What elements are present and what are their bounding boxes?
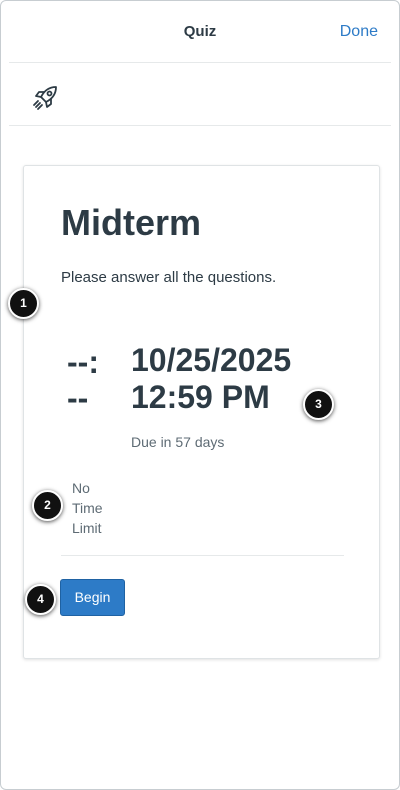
due-date: 10/25/2025 12:59 PM: [131, 342, 292, 415]
app-frame: Quiz Done Midterm Please answer all the …: [0, 0, 400, 790]
callout-marker: 3: [303, 389, 334, 420]
callout-marker: 1: [8, 288, 39, 319]
navigation-bar: Quiz Done: [1, 1, 399, 63]
quiz-title: Midterm: [61, 202, 202, 243]
divider: [61, 555, 344, 556]
time-limit-value: --:--: [67, 344, 99, 416]
time-limit-label: No Time Limit: [72, 480, 103, 536]
callout-marker: 2: [32, 490, 63, 521]
rocket-icon[interactable]: [30, 83, 60, 113]
due-relative: Due in 57 days: [131, 434, 225, 450]
quiz-description: Please answer all the questions.: [61, 269, 277, 286]
done-button[interactable]: Done: [340, 23, 378, 41]
callout-marker: 4: [25, 584, 56, 615]
divider: [9, 125, 391, 126]
begin-button[interactable]: Begin: [60, 579, 125, 616]
divider: [9, 62, 391, 63]
